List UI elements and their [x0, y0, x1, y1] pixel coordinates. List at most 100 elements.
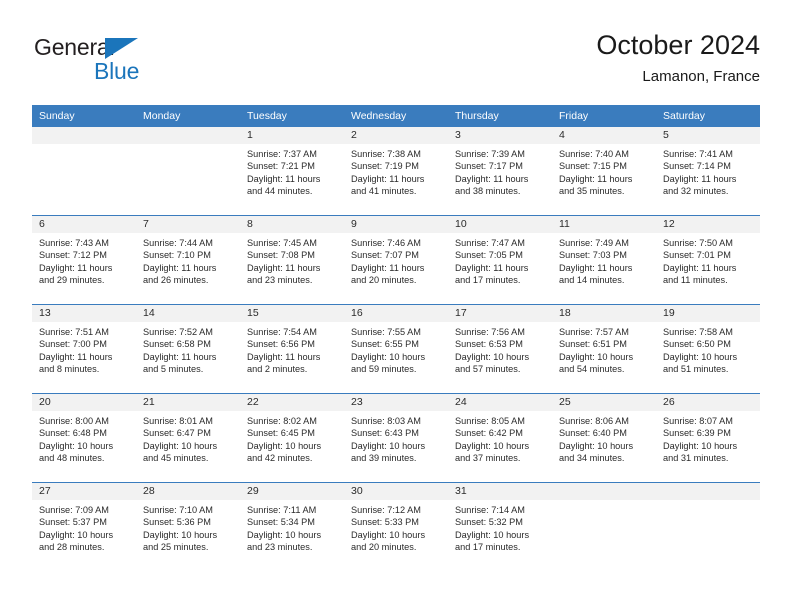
day-cell[interactable]: 12 Sunrise: 7:50 AM Sunset: 7:01 PM Dayl… [656, 215, 760, 305]
day-cell[interactable]: 27 Sunrise: 7:09 AM Sunset: 5:37 PM Dayl… [32, 482, 136, 571]
day-cell[interactable]: 21 Sunrise: 8:01 AM Sunset: 6:47 PM Dayl… [136, 393, 240, 483]
daylight-text-line1: Daylight: 10 hours [39, 440, 114, 451]
page-title: October 2024 [596, 30, 760, 60]
day-cell[interactable]: 2 Sunrise: 7:38 AM Sunset: 7:19 PM Dayli… [344, 127, 448, 216]
day-number: 16 [344, 305, 448, 322]
day-cell[interactable]: 3 Sunrise: 7:39 AM Sunset: 7:17 PM Dayli… [448, 127, 552, 216]
day-number: 21 [136, 394, 240, 411]
sunrise-text: Sunrise: 8:00 AM [39, 416, 109, 426]
daylight-text-line2: and 32 minutes. [663, 186, 729, 197]
sunset-text: Sunset: 7:05 PM [455, 250, 523, 261]
daylight-text-line1: Daylight: 10 hours [663, 440, 738, 451]
sunset-text: Sunset: 7:10 PM [143, 250, 211, 261]
day-cell[interactable]: 18 Sunrise: 7:57 AM Sunset: 6:51 PM Dayl… [552, 304, 656, 394]
day-cell[interactable]: 17 Sunrise: 7:56 AM Sunset: 6:53 PM Dayl… [448, 304, 552, 394]
day-number: 11 [552, 216, 656, 233]
weekday-header-saturday: Saturday [656, 105, 760, 127]
daylight-text-line1: Daylight: 10 hours [455, 440, 530, 451]
daylight-text-line1: Daylight: 11 hours [559, 173, 633, 184]
day-cell[interactable]: 29 Sunrise: 7:11 AM Sunset: 5:34 PM Dayl… [240, 482, 344, 571]
daylight-text-line1: Daylight: 10 hours [351, 351, 426, 362]
weekday-header-sunday: Sunday [32, 105, 136, 127]
day-number: 15 [240, 305, 344, 322]
sunset-text: Sunset: 6:42 PM [455, 428, 523, 439]
sunrise-text: Sunrise: 7:46 AM [351, 238, 421, 248]
day-cell[interactable]: 24 Sunrise: 8:05 AM Sunset: 6:42 PM Dayl… [448, 393, 552, 483]
sunrise-text: Sunrise: 8:05 AM [455, 416, 525, 426]
day-number [656, 483, 760, 500]
daylight-text-line2: and 37 minutes. [455, 453, 521, 464]
day-cell[interactable]: 19 Sunrise: 7:58 AM Sunset: 6:50 PM Dayl… [656, 304, 760, 394]
sunset-text: Sunset: 7:17 PM [455, 161, 523, 172]
sunrise-text: Sunrise: 7:10 AM [143, 505, 213, 515]
daylight-text-line2: and 14 minutes. [559, 275, 625, 286]
day-cell[interactable]: 8 Sunrise: 7:45 AM Sunset: 7:08 PM Dayli… [240, 215, 344, 305]
daylight-text-line2: and 29 minutes. [39, 275, 105, 286]
day-number: 5 [656, 127, 760, 144]
sunrise-text: Sunrise: 7:45 AM [247, 238, 317, 248]
daylight-text-line1: Daylight: 11 hours [143, 351, 217, 362]
sunset-text: Sunset: 6:53 PM [455, 339, 523, 350]
calendar-week-row: 6 Sunrise: 7:43 AM Sunset: 7:12 PM Dayli… [32, 215, 760, 305]
day-cell[interactable]: 4 Sunrise: 7:40 AM Sunset: 7:15 PM Dayli… [552, 127, 656, 216]
day-cell[interactable]: 30 Sunrise: 7:12 AM Sunset: 5:33 PM Dayl… [344, 482, 448, 571]
daylight-text-line2: and 44 minutes. [247, 186, 313, 197]
daylight-text-line2: and 20 minutes. [351, 542, 417, 553]
day-cell[interactable]: 1 Sunrise: 7:37 AM Sunset: 7:21 PM Dayli… [240, 127, 344, 216]
day-cell[interactable]: 25 Sunrise: 8:06 AM Sunset: 6:40 PM Dayl… [552, 393, 656, 483]
weekday-header-wednesday: Wednesday [344, 105, 448, 127]
day-cell[interactable]: 16 Sunrise: 7:55 AM Sunset: 6:55 PM Dayl… [344, 304, 448, 394]
daylight-text-line2: and 39 minutes. [351, 453, 417, 464]
daylight-text-line2: and 17 minutes. [455, 275, 521, 286]
sunrise-text: Sunrise: 8:01 AM [143, 416, 213, 426]
day-cell[interactable]: 9 Sunrise: 7:46 AM Sunset: 7:07 PM Dayli… [344, 215, 448, 305]
daylight-text-line1: Daylight: 10 hours [247, 440, 322, 451]
daylight-text-line2: and 54 minutes. [559, 364, 625, 375]
day-cell[interactable]: 31 Sunrise: 7:14 AM Sunset: 5:32 PM Dayl… [448, 482, 552, 571]
sunrise-text: Sunrise: 7:14 AM [455, 505, 525, 515]
logo-text-blue: Blue [94, 58, 140, 84]
sunset-text: Sunset: 5:36 PM [143, 517, 211, 528]
daylight-text-line2: and 38 minutes. [455, 186, 521, 197]
daylight-text-line2: and 17 minutes. [455, 542, 521, 553]
day-cell[interactable] [32, 127, 136, 216]
day-cell[interactable]: 10 Sunrise: 7:47 AM Sunset: 7:05 PM Dayl… [448, 215, 552, 305]
day-number: 17 [448, 305, 552, 322]
day-cell[interactable]: 20 Sunrise: 8:00 AM Sunset: 6:48 PM Dayl… [32, 393, 136, 483]
day-cell[interactable]: 14 Sunrise: 7:52 AM Sunset: 6:58 PM Dayl… [136, 304, 240, 394]
day-cell[interactable]: 11 Sunrise: 7:49 AM Sunset: 7:03 PM Dayl… [552, 215, 656, 305]
daylight-text-line2: and 35 minutes. [559, 186, 625, 197]
day-number: 6 [32, 216, 136, 233]
day-cell[interactable]: 28 Sunrise: 7:10 AM Sunset: 5:36 PM Dayl… [136, 482, 240, 571]
day-cell[interactable]: 26 Sunrise: 8:07 AM Sunset: 6:39 PM Dayl… [656, 393, 760, 483]
daylight-text-line1: Daylight: 11 hours [247, 351, 321, 362]
sunset-text: Sunset: 7:19 PM [351, 161, 419, 172]
daylight-text-line1: Daylight: 11 hours [351, 173, 425, 184]
title-block: October 2024 Lamanon, France [596, 28, 760, 88]
daylight-text-line1: Daylight: 10 hours [663, 351, 738, 362]
day-cell[interactable] [136, 127, 240, 216]
day-cell[interactable]: 23 Sunrise: 8:03 AM Sunset: 6:43 PM Dayl… [344, 393, 448, 483]
day-cell[interactable] [656, 482, 760, 571]
day-number: 25 [552, 394, 656, 411]
day-cell[interactable]: 22 Sunrise: 8:02 AM Sunset: 6:45 PM Dayl… [240, 393, 344, 483]
sunset-text: Sunset: 6:50 PM [663, 339, 731, 350]
day-cell[interactable]: 15 Sunrise: 7:54 AM Sunset: 6:56 PM Dayl… [240, 304, 344, 394]
daylight-text-line2: and 48 minutes. [39, 453, 105, 464]
day-number [552, 483, 656, 500]
day-cell[interactable]: 5 Sunrise: 7:41 AM Sunset: 7:14 PM Dayli… [656, 127, 760, 216]
day-cell[interactable]: 7 Sunrise: 7:44 AM Sunset: 7:10 PM Dayli… [136, 215, 240, 305]
day-number: 14 [136, 305, 240, 322]
sunset-text: Sunset: 5:34 PM [247, 517, 315, 528]
day-cell[interactable]: 6 Sunrise: 7:43 AM Sunset: 7:12 PM Dayli… [32, 215, 136, 305]
daylight-text-line1: Daylight: 10 hours [559, 440, 634, 451]
day-cell[interactable]: 13 Sunrise: 7:51 AM Sunset: 7:00 PM Dayl… [32, 304, 136, 394]
calendar-week-row: 20 Sunrise: 8:00 AM Sunset: 6:48 PM Dayl… [32, 393, 760, 483]
day-cell[interactable] [552, 482, 656, 571]
sunrise-text: Sunrise: 7:55 AM [351, 327, 421, 337]
day-number [32, 127, 136, 144]
sunset-text: Sunset: 7:12 PM [39, 250, 107, 261]
calendar-week-row: 27 Sunrise: 7:09 AM Sunset: 5:37 PM Dayl… [32, 482, 760, 571]
day-number: 8 [240, 216, 344, 233]
daylight-text-line1: Daylight: 10 hours [559, 351, 634, 362]
